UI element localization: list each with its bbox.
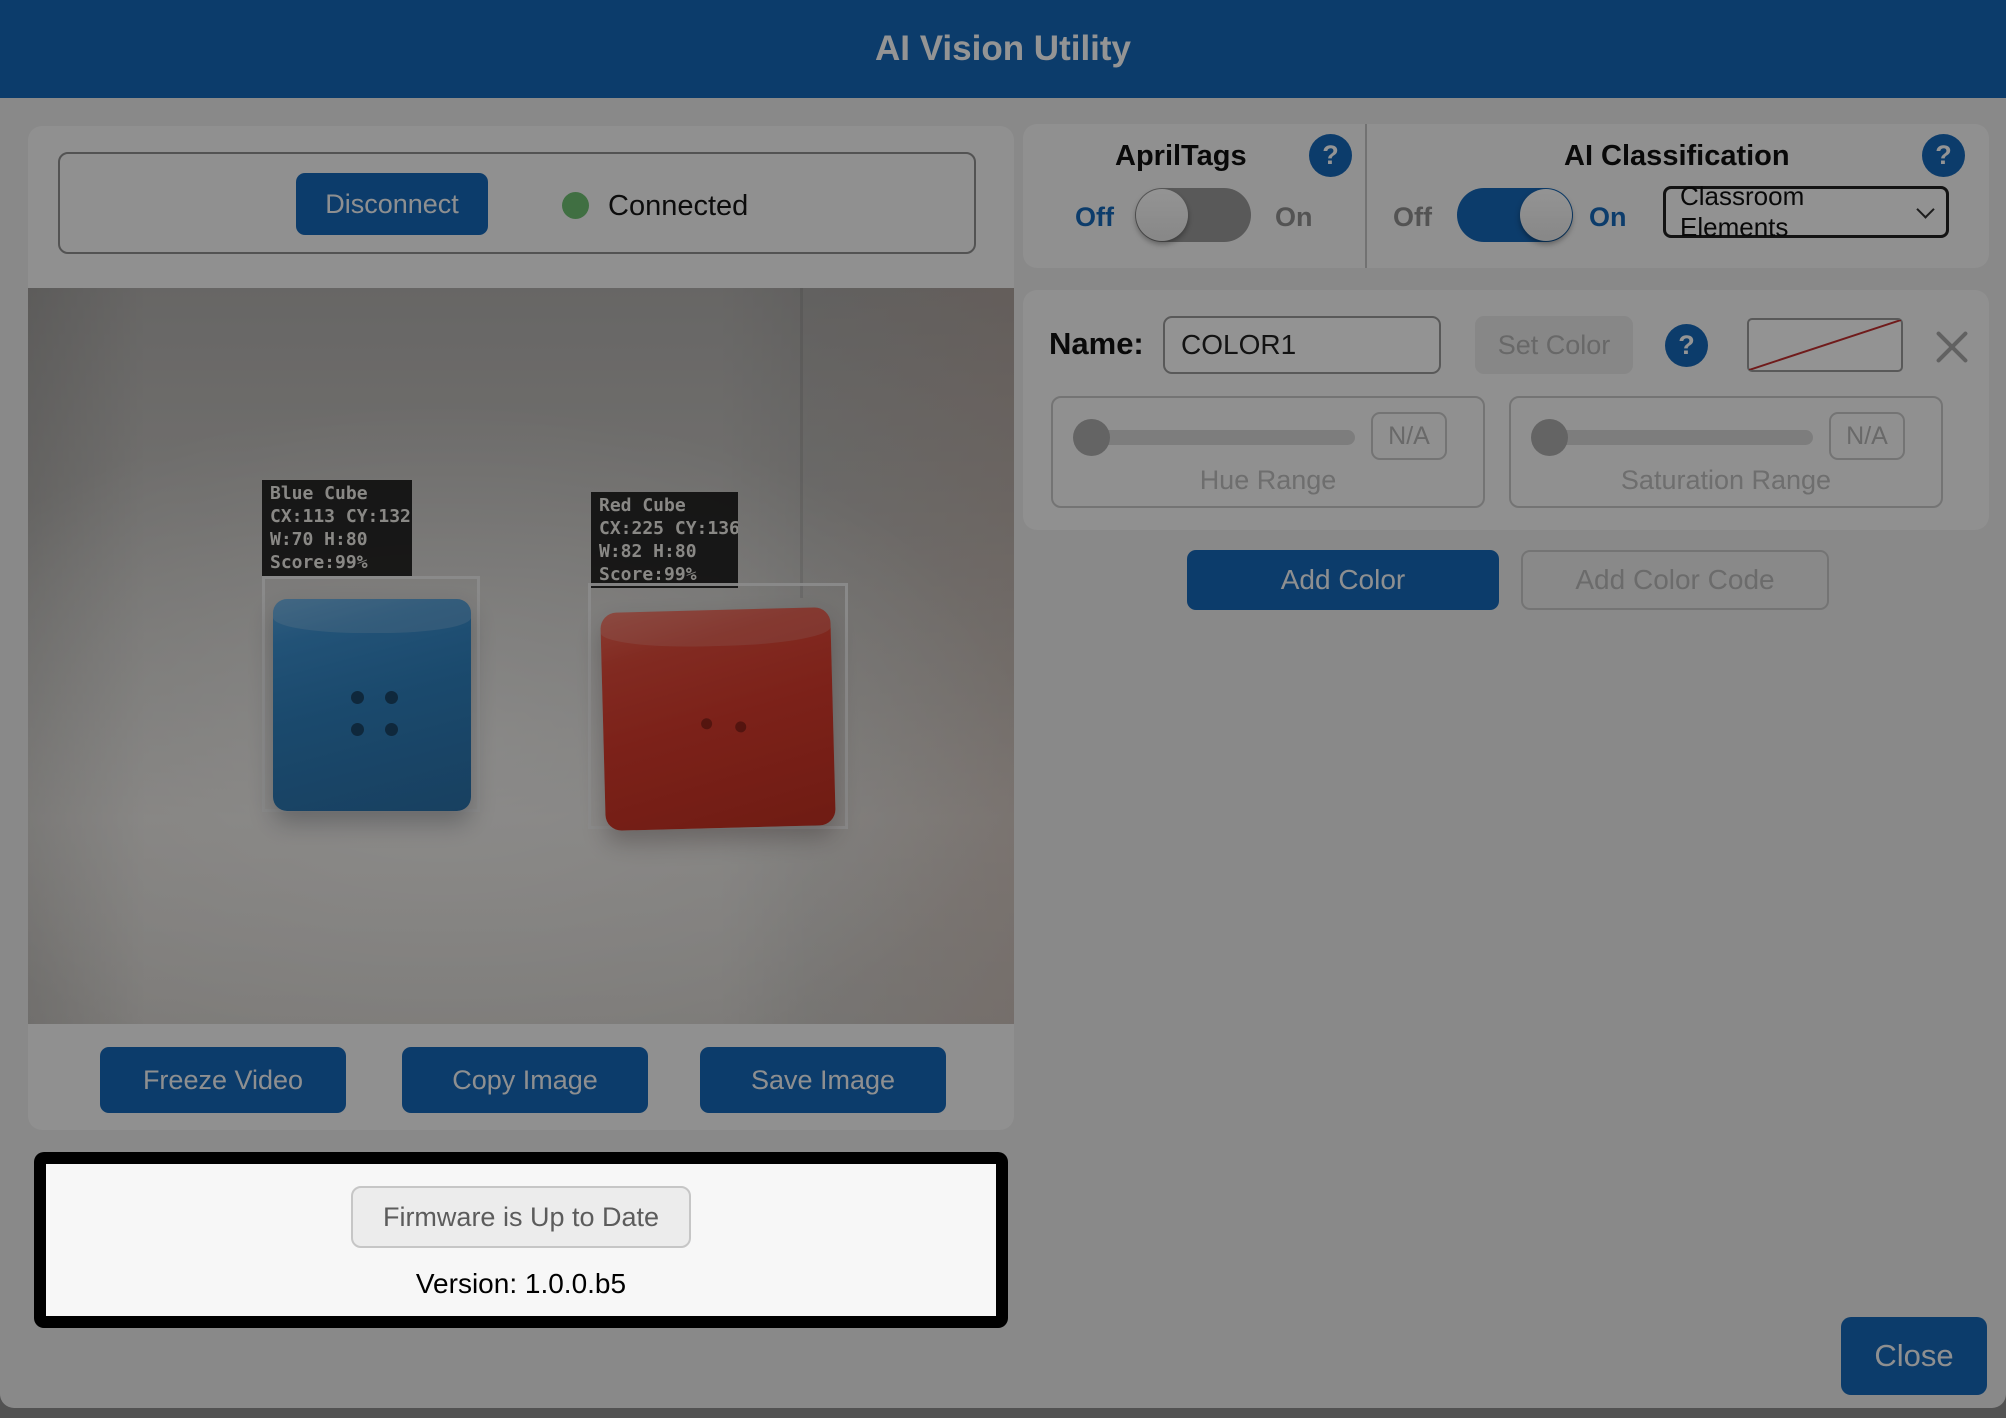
- slider-knob[interactable]: [1073, 419, 1110, 456]
- ai-model-select[interactable]: Classroom Elements: [1663, 186, 1949, 238]
- detection-label-blue-cube: Blue Cube CX:113 CY:132 W:70 H:80 Score:…: [262, 480, 412, 576]
- hue-range-group: N/A Hue Range: [1051, 396, 1485, 508]
- cube-dot: [351, 691, 364, 704]
- apriltags-on-label: On: [1275, 202, 1313, 233]
- ai-classification-off-label: Off: [1393, 202, 1432, 233]
- save-image-button[interactable]: Save Image: [700, 1047, 946, 1113]
- freeze-video-button[interactable]: Freeze Video: [100, 1047, 346, 1113]
- title-bar: AI Vision Utility: [0, 0, 2006, 98]
- close-button[interactable]: Close: [1841, 1317, 1987, 1395]
- disconnect-button[interactable]: Disconnect: [296, 173, 488, 235]
- copy-image-button[interactable]: Copy Image: [402, 1047, 648, 1113]
- camera-view: Blue Cube CX:113 CY:132 W:70 H:80 Score:…: [28, 288, 1014, 1024]
- detection-box-red-cube: [588, 583, 848, 829]
- empty-swatch-diagonal-icon: [1749, 320, 1901, 370]
- firmware-version-text: Version: 1.0.0.b5: [416, 1268, 626, 1300]
- hue-range-value: N/A: [1371, 412, 1447, 460]
- camera-panel: Disconnect Connected Blue Cube CX:113 CY…: [28, 126, 1014, 1130]
- cube-dot: [385, 723, 398, 736]
- page-title: AI Vision Utility: [0, 0, 2006, 98]
- color-name-label: Name:: [1049, 326, 1144, 362]
- detection-line: Blue Cube: [270, 482, 404, 505]
- saturation-range-group: N/A Saturation Range: [1509, 396, 1943, 508]
- saturation-range-slider[interactable]: [1537, 430, 1813, 445]
- section-divider: [1365, 124, 1367, 268]
- cube-dot: [385, 691, 398, 704]
- detection-label-red-cube: Red Cube CX:225 CY:136 W:82 H:80 Score:9…: [591, 492, 738, 588]
- cube-dot: [701, 718, 712, 729]
- saturation-range-caption: Saturation Range: [1511, 465, 1941, 496]
- toggle-knob: [1520, 189, 1572, 241]
- red-cube-object: [600, 607, 836, 831]
- cube-dot: [735, 721, 746, 732]
- detection-line: W:82 H:80: [599, 540, 730, 563]
- add-color-code-button[interactable]: Add Color Code: [1521, 550, 1829, 610]
- detection-line: CX:225 CY:136: [599, 517, 730, 540]
- color-editor-panel: Name: Set Color ? N/A Hue Range: [1023, 290, 1989, 530]
- firmware-status-button[interactable]: Firmware is Up to Date: [351, 1186, 691, 1248]
- detection-box-blue-cube: [262, 576, 480, 812]
- apriltags-title: AprilTags: [1115, 140, 1247, 173]
- camera-wall-corner: [800, 288, 803, 598]
- detection-line: W:70 H:80: [270, 528, 404, 551]
- slider-knob[interactable]: [1531, 419, 1568, 456]
- ai-classification-on-label: On: [1589, 202, 1627, 233]
- detection-line: CX:113 CY:132: [270, 505, 404, 528]
- connection-status-text: Connected: [608, 190, 748, 223]
- blue-cube-object: [273, 599, 471, 811]
- firmware-section: Firmware is Up to Date Version: 1.0.0.b5: [34, 1152, 1008, 1328]
- cube-dot: [351, 723, 364, 736]
- detection-line: Red Cube: [599, 494, 730, 517]
- saturation-range-value: N/A: [1829, 412, 1905, 460]
- color-name-input[interactable]: [1163, 316, 1441, 374]
- ai-vision-utility-dialog: AI Vision Utility Disconnect Connected B…: [0, 0, 2006, 1408]
- chevron-down-icon: [1916, 200, 1934, 218]
- detection-modes-panel: AprilTags ? Off On AI Classification ? O…: [1023, 124, 1989, 268]
- connection-panel: Disconnect Connected: [58, 152, 976, 254]
- apriltags-toggle[interactable]: [1135, 188, 1251, 242]
- add-color-button[interactable]: Add Color: [1187, 550, 1499, 610]
- set-color-button[interactable]: Set Color: [1475, 316, 1633, 374]
- hue-range-slider[interactable]: [1079, 430, 1355, 445]
- apriltags-off-label: Off: [1075, 202, 1114, 233]
- hue-range-caption: Hue Range: [1053, 465, 1483, 496]
- ai-vision-utility-app: AI Vision Utility Disconnect Connected B…: [0, 0, 2006, 1418]
- apriltags-help-icon[interactable]: ?: [1309, 134, 1352, 177]
- color-help-icon[interactable]: ?: [1665, 324, 1708, 367]
- detection-line: Score:99%: [270, 551, 404, 574]
- remove-color-icon[interactable]: [1931, 326, 1973, 368]
- ai-classification-help-icon[interactable]: ?: [1922, 134, 1965, 177]
- ai-model-selected-value: Classroom Elements: [1680, 181, 1919, 243]
- color-swatch[interactable]: [1747, 318, 1903, 372]
- ai-classification-toggle[interactable]: [1457, 188, 1573, 242]
- ai-classification-title: AI Classification: [1564, 140, 1790, 173]
- connection-status-icon: [562, 192, 589, 219]
- toggle-knob: [1136, 189, 1188, 241]
